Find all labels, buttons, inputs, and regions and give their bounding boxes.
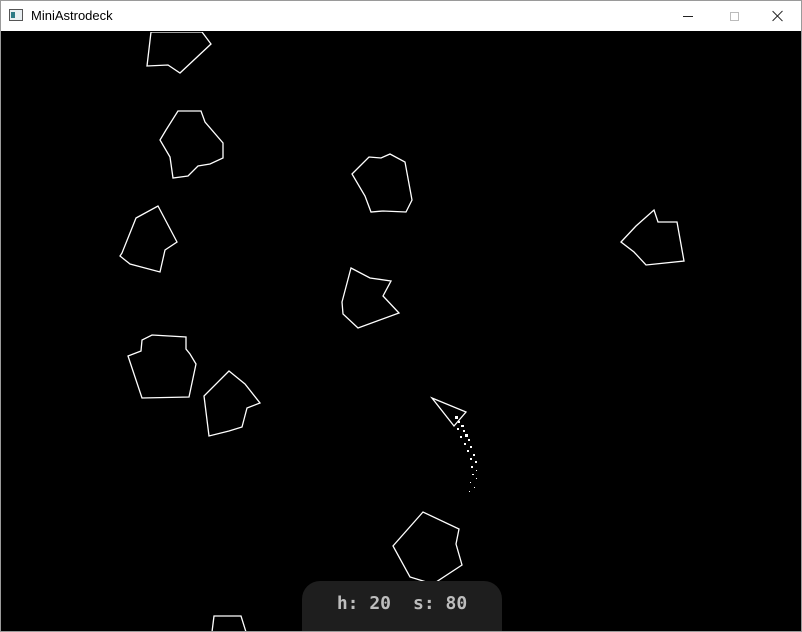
maximize-icon [729,11,739,21]
game-viewport[interactable] [2,32,801,631]
app-window-icon [9,9,23,21]
asteroid [119,205,178,273]
asteroid [351,153,413,213]
maximize-button[interactable] [711,1,757,31]
window-title: MiniAstrodeck [31,8,113,23]
minimize-button[interactable] [665,1,711,31]
asteroid [620,208,685,266]
thruster-trail [455,416,477,492]
health-readout: h: 20 [336,592,391,614]
hud-panel: h: 20 s: 80 [302,581,502,631]
asteroid [203,370,262,437]
asteroid [159,110,224,179]
asteroid [127,334,197,399]
close-icon [772,10,784,22]
minimize-icon [683,15,693,17]
asteroid [146,32,212,74]
score-readout: s: 80 [413,592,468,614]
asteroid [341,267,401,329]
close-button[interactable] [755,1,801,31]
title-bar[interactable]: MiniAstrodeck [1,1,801,31]
asteroid [211,615,247,631]
asteroid [392,511,463,585]
game-canvas [119,32,685,631]
player-ship [429,396,468,428]
game-window: MiniAstrodeck h: 20 s: 80 [0,0,802,632]
